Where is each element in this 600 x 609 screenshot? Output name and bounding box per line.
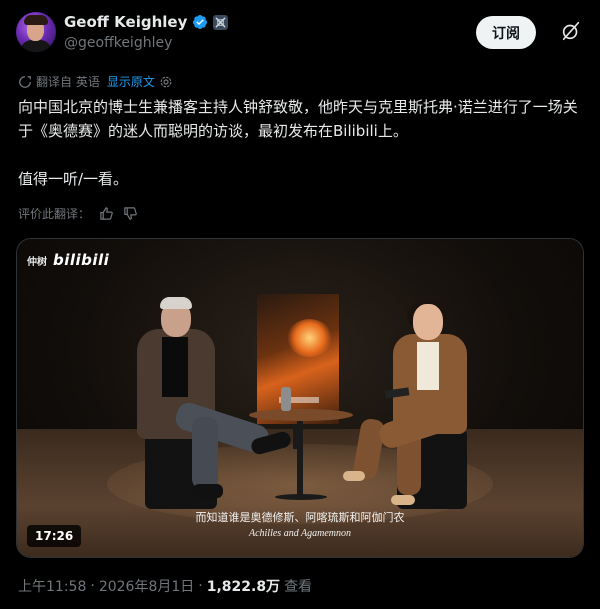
grok-icon[interactable] — [560, 20, 582, 42]
thumbs-down-icon[interactable] — [123, 206, 138, 221]
view-count: 1,822.8万 — [206, 579, 281, 595]
author-name-row: Geoff Keighley — [64, 13, 229, 31]
affiliate-badge-icon[interactable] — [213, 14, 229, 30]
translation-notice: 翻译自 英语 显示原文 — [18, 73, 173, 90]
author-handle[interactable]: @geoffkeighley — [64, 35, 172, 51]
post-time[interactable]: 上午11:58 — [18, 576, 86, 596]
meta-separator: · — [198, 578, 203, 594]
tweet-paragraph: 值得一听/一看。 — [18, 170, 129, 188]
video-duration-badge: 17:26 — [27, 525, 82, 547]
author-display-name[interactable]: Geoff Keighley — [64, 13, 187, 31]
subtitle-english: Achilles and Agamemnon — [248, 528, 352, 539]
thumbs-up-icon[interactable] — [99, 206, 114, 221]
gear-icon[interactable] — [159, 75, 173, 89]
meta-separator: · — [90, 578, 95, 594]
translate-icon — [19, 75, 31, 88]
subtitle-chinese: 而知道谁是奥德修斯、阿喀琉斯和阿伽门农 — [195, 511, 405, 524]
rate-translation: 评价此翻译： — [18, 205, 138, 222]
translation-label: 翻译自 英语 — [36, 75, 100, 89]
post-date[interactable]: 2026年8月1日 — [99, 576, 194, 596]
movie-poster — [257, 294, 339, 424]
bilibili-watermark: 仲树 bilibili — [27, 251, 109, 269]
video-subtitle: 而知道谁是奥德修斯、阿喀琉斯和阿伽门农 Achilles and Agamemn… — [17, 509, 583, 539]
views-label: 查看 — [284, 579, 313, 595]
tweet-paragraph: 向中国北京的博士生兼播客主持人钟舒致敬，他昨天与克里斯托弗·诺兰进行了一场关于《… — [18, 98, 578, 140]
tweet-meta: 上午11:58 · 2026年8月1日 · 1,822.8万 查看 — [18, 576, 312, 596]
show-original-link[interactable]: 显示原文 — [107, 73, 155, 90]
avatar[interactable] — [16, 12, 56, 52]
bilibili-logo: bilibili — [53, 251, 110, 269]
tweet-header: Geoff Keighley @geoffkeighley 订阅 — [16, 12, 584, 56]
video-player[interactable]: 仲树 bilibili 而知道谁是奥德修斯、阿喀琉斯和阿伽门农 Achilles… — [16, 238, 584, 558]
watermark-prefix: 仲树 — [27, 256, 47, 268]
rate-translation-label: 评价此翻译： — [18, 207, 91, 221]
subscribe-button[interactable]: 订阅 — [476, 16, 536, 49]
tweet-text: 向中国北京的博士生兼播客主持人钟舒致敬，他昨天与克里斯托弗·诺兰进行了一场关于《… — [18, 95, 588, 191]
verified-badge-icon[interactable] — [192, 14, 208, 30]
